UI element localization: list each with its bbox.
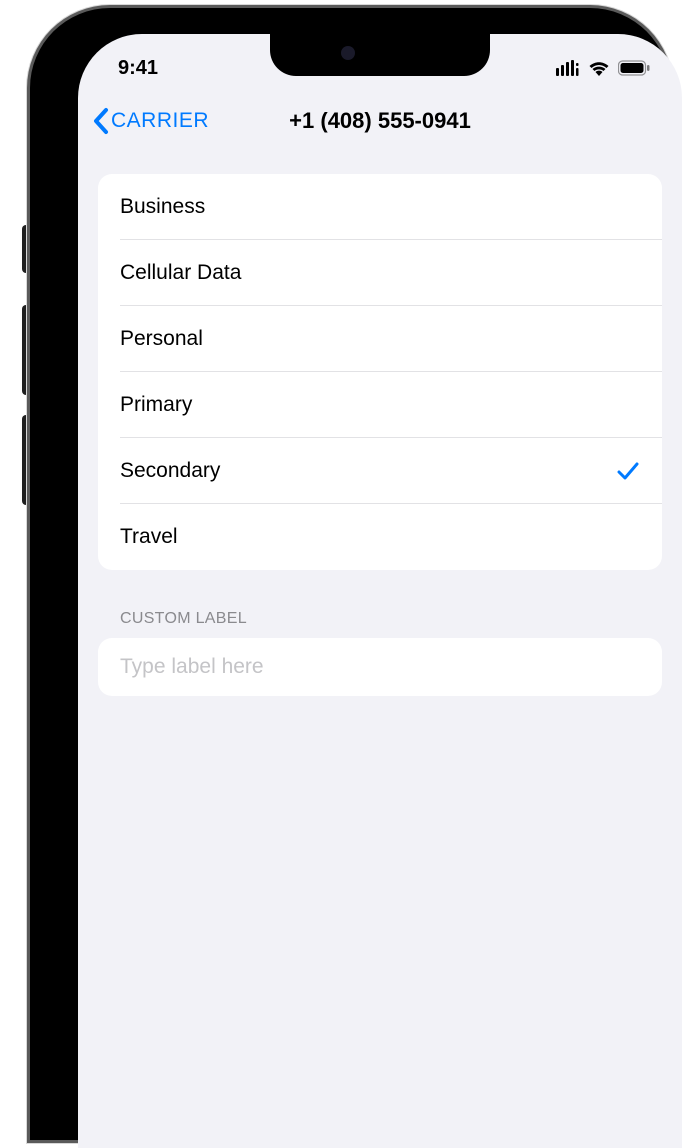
list-item-label: Personal	[120, 327, 203, 351]
phone-frame: 9:41	[0, 0, 700, 1140]
custom-label-header: CUSTOM LABEL	[98, 570, 662, 638]
list-item-business[interactable]: Business	[98, 174, 662, 240]
custom-label-group	[98, 638, 662, 696]
volume-up-button	[22, 305, 30, 395]
list-item-label: Travel	[120, 525, 178, 549]
list-item-personal[interactable]: Personal	[98, 306, 662, 372]
mute-switch	[22, 225, 30, 273]
list-item-travel[interactable]: Travel	[98, 504, 662, 570]
page-title: +1 (408) 555-0941	[289, 108, 471, 134]
content: Business Cellular Data Personal Primary …	[78, 150, 682, 696]
back-label: CARRIER	[111, 109, 209, 133]
checkmark-icon	[616, 459, 640, 483]
status-time: 9:41	[118, 57, 158, 80]
list-item-secondary[interactable]: Secondary	[98, 438, 662, 504]
list-item-label: Business	[120, 195, 205, 219]
back-button[interactable]: CARRIER	[92, 107, 209, 135]
list-item-label: Primary	[120, 393, 192, 417]
notch	[270, 34, 490, 76]
status-right	[556, 60, 650, 76]
chevron-left-icon	[92, 107, 109, 135]
cellular-dual-sim-icon	[556, 60, 580, 76]
custom-label-input[interactable]	[98, 638, 662, 696]
list-item-cellular-data[interactable]: Cellular Data	[98, 240, 662, 306]
list-item-label: Secondary	[120, 459, 220, 483]
volume-down-button	[22, 415, 30, 505]
list-item-label: Cellular Data	[120, 261, 241, 285]
battery-icon	[618, 60, 650, 76]
nav-bar: CARRIER +1 (408) 555-0941	[78, 92, 682, 150]
wifi-icon	[588, 60, 610, 76]
phone-body: 9:41	[30, 8, 670, 1140]
screen: 9:41	[78, 34, 682, 1148]
list-item-primary[interactable]: Primary	[98, 372, 662, 438]
label-list: Business Cellular Data Personal Primary …	[98, 174, 662, 570]
